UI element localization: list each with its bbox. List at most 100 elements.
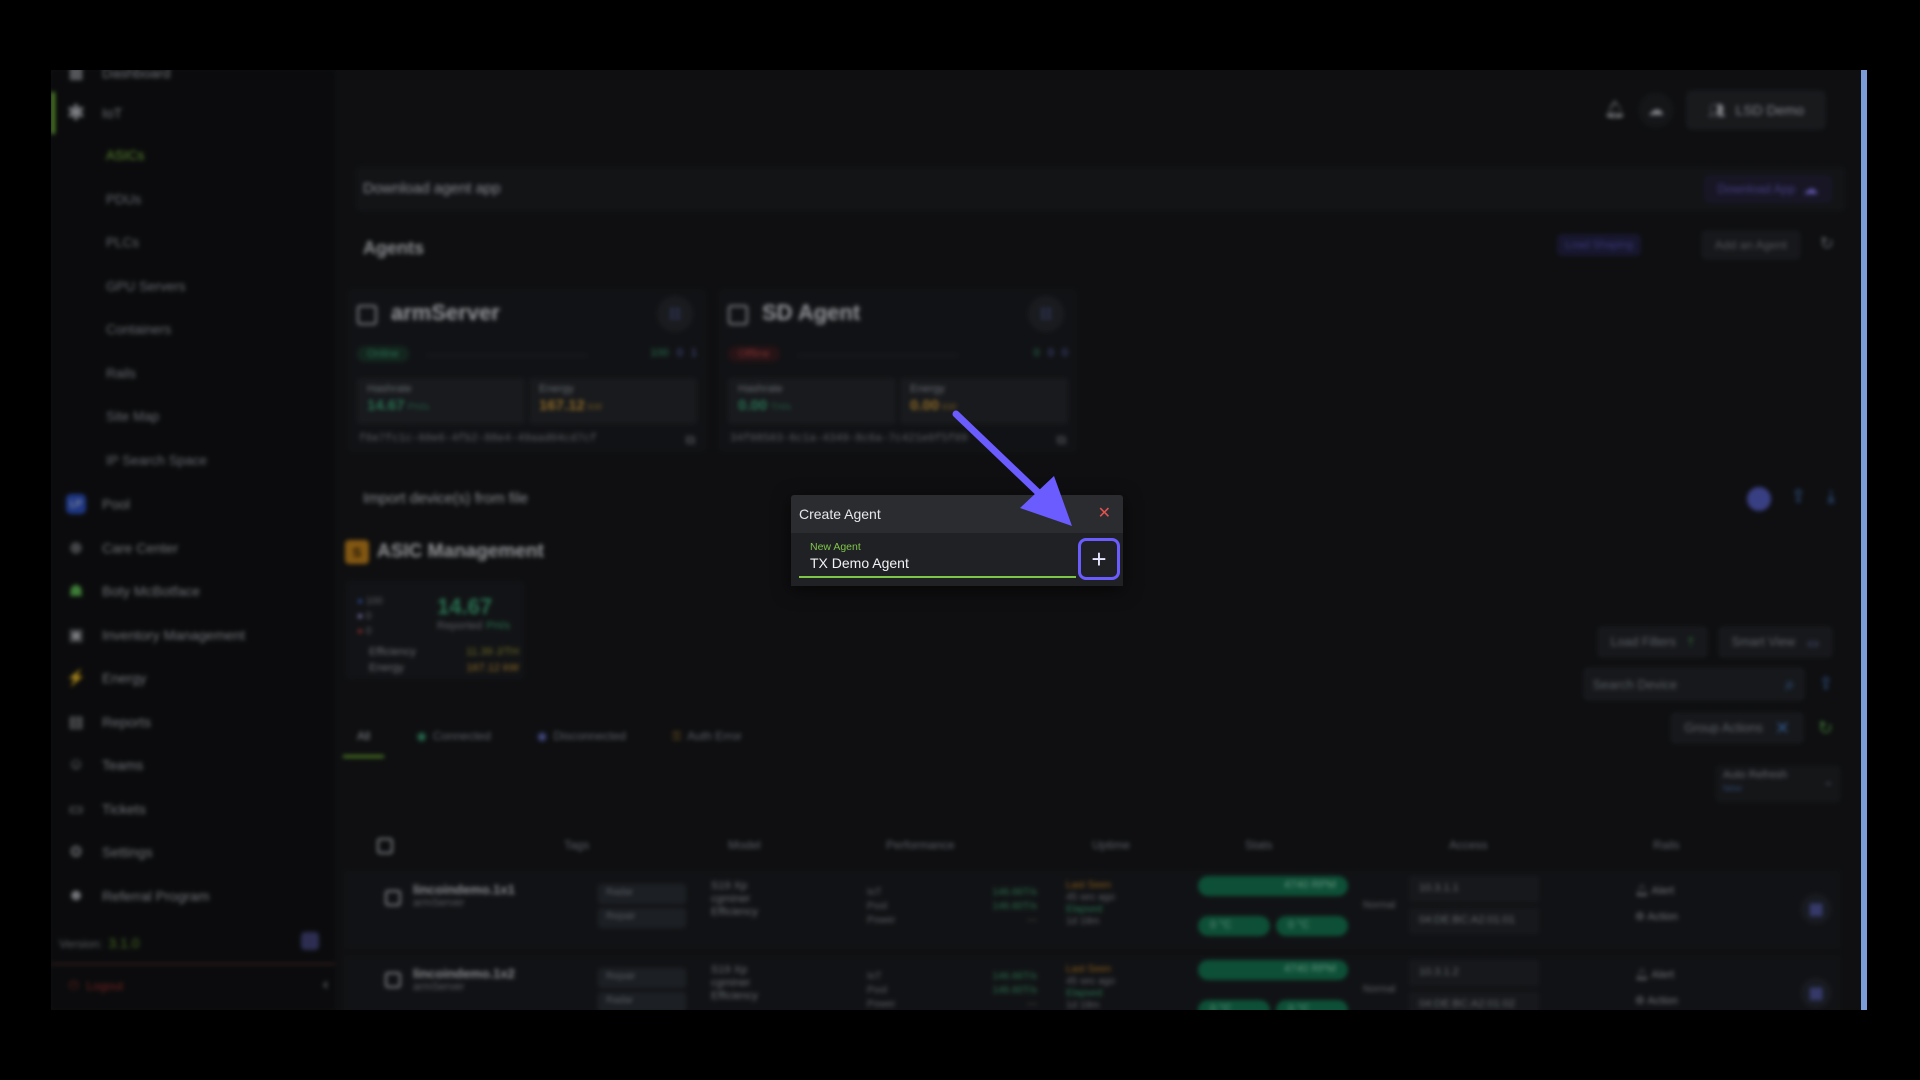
sidebar-item-referral[interactable]: ☻ Referral Program [66,881,210,911]
close-icon[interactable]: ✕ [1098,503,1111,523]
sidebar-item-settings[interactable]: ⚙ Settings [66,837,153,867]
bolt-icon: ⚡ [66,670,86,687]
version-button[interactable] [301,932,319,950]
agent-name-input[interactable] [810,554,1068,572]
cloud-icon[interactable]: ☁ [1637,92,1674,128]
agent-checkbox[interactable] [728,305,748,325]
ip-address-field[interactable]: 10.3.1.1 [1409,876,1539,902]
export-icon[interactable]: ⇪ [1819,674,1833,694]
agent-card[interactable]: SD Agent ☷ Offline 0 0 0 Hashrate 0.00 TH… [718,288,1078,453]
create-agent-button[interactable]: + [1078,538,1120,580]
auto-refresh-select[interactable]: Auto Refresh ⌄ false [1715,765,1841,803]
energy-label: Energy [910,383,945,395]
header-actions: 🔔︎ ☁ 👥︎ LSD Demo [1604,90,1826,130]
energy-unit: kW [587,402,603,413]
sidebar-sub-asics[interactable]: ASICs [106,148,144,163]
load-filters-button[interactable]: Load Filters ⤒ [1596,626,1708,658]
sidebar-sub-plcs[interactable]: PLCs [106,235,139,250]
sidebar-item-pool[interactable]: LP Pool [66,489,130,519]
add-agent-button[interactable]: Add an Agent [1700,230,1801,260]
report-icon: ▤ [68,714,84,731]
collapse-sidebar-icon[interactable]: ‹ [323,976,328,994]
sidebar-item-tickets[interactable]: ▭ Tickets [66,794,145,824]
logout-button[interactable]: ⏻ Logout [69,978,123,993]
sidebar-item-teams[interactable]: ☺ Teams [66,750,143,780]
column-header-rails: Rails [1653,838,1680,852]
device-name[interactable]: lincoindemo.1x1 [413,882,515,897]
group-actions-button[interactable]: Group Actions ✕ [1670,712,1804,744]
input-underline [799,576,1076,578]
sidebar-sub-containers[interactable]: Containers [106,322,171,337]
agent-id: f6e7fc1c-60e6-4fb2-88e4-49aad04cd7cf [359,433,597,445]
rail-alert[interactable]: 🔔︎ Alert [1635,884,1674,897]
disconnected-icon: ◉ [536,729,548,743]
tab-auth-error[interactable]: ⚿ Auth Error [658,714,756,758]
load-shaping-button[interactable]: Load Shaping [1557,234,1641,256]
status-divider [798,355,958,356]
rail-action[interactable]: ⚙ Action [1635,910,1678,923]
select-all-checkbox[interactable] [377,838,393,854]
row-menu-icon[interactable]: ▦ [1801,978,1831,1008]
sidebar-item-energy[interactable]: ⚡ Energy [66,663,146,693]
row-menu-icon[interactable]: ▦ [1801,894,1831,924]
ip-address-field[interactable]: 10.3.1.2 [1409,960,1539,986]
bot-icon: ☗ [68,583,84,600]
row-checkbox[interactable] [385,890,401,906]
refresh-icon[interactable]: ↻ [1820,234,1834,254]
refresh-icon[interactable]: ↻ [1818,718,1833,739]
settings-icon[interactable]: ☷ [657,296,693,332]
column-header-performance: Performance [886,838,955,852]
connected-icon: ◉ [416,729,427,743]
energy-value: 0.00 [910,397,940,414]
column-header-stats: Stats [1245,838,1273,852]
link-count: 1 [690,347,697,359]
search-input[interactable]: Search Device ⌕ [1582,667,1805,701]
rail-action[interactable]: ⚙ Action [1635,994,1678,1007]
agent-checkbox[interactable] [357,305,377,325]
sidebar-sub-ip-search-space[interactable]: IP Search Space [106,453,207,468]
help-icon[interactable] [1747,487,1771,511]
download-app-button[interactable]: Download App ☁ [1703,175,1832,203]
energy-metric: Energy 167.12 kW [529,378,697,424]
sidebar-item-care-center[interactable]: ⊕ Care Center [66,533,178,563]
tab-connected[interactable]: ◉ Connected [402,714,505,758]
sidebar-sub-rails[interactable]: Rails [106,366,136,381]
rail-alert[interactable]: 🔔︎ Alert [1635,968,1674,981]
rail-label: Alert [1651,969,1675,981]
smart-view-button[interactable]: Smart View ▭ [1717,626,1833,658]
hashrate-value: 0.00 [738,397,768,414]
export-icon[interactable]: ⇪ [1791,486,1806,507]
bell-icon[interactable]: 🔔︎ [1604,100,1626,120]
create-agent-dialog: Create Agent ✕ New Agent + [791,495,1123,586]
tab-all[interactable]: All [343,714,385,758]
sidebar-sub-gpu-servers[interactable]: GPU Servers [106,279,186,294]
tab-disconnected[interactable]: ◉ Disconnected [523,714,640,758]
sidebar-item-inventory[interactable]: ▣ Inventory Management [66,620,245,650]
sidebar-sub-site-map[interactable]: Site Map [106,409,159,424]
agent-name: armServer [391,300,500,325]
sidebar-sub-pdus[interactable]: PDUs [106,192,141,207]
download-agent-panel: Download agent app Download App ☁ [355,166,1846,212]
copy-icon[interactable]: ⧉ [686,432,695,448]
table-row[interactable]: lincoindemo.1x1 armServer Radar Repair S… [343,870,1841,950]
agent-card[interactable]: armServer ☷ Online 100 0 1 Hashrate 14.6… [347,288,707,453]
online-count: 100 [365,596,383,607]
sidebar-item-iot[interactable]: ✱ IoT [66,98,122,128]
row-checkbox[interactable] [385,972,401,988]
sidebar-item-dashboard[interactable]: ▦ Dashboard [66,70,170,88]
device-name[interactable]: lincoindemo.1x2 [413,966,515,981]
sidebar-item-label: Boty McBotface [102,583,201,599]
table-row[interactable]: lincoindemo.1x2 armServer Repair Radar S… [343,954,1841,1010]
device-counts: ● 100 ● 0 ● 0 [357,596,383,637]
referral-icon: ☻ [67,887,85,904]
settings-icon[interactable]: ☷ [1028,296,1064,332]
tag-badge: Radar [598,992,686,1010]
copy-icon[interactable]: ⧉ [1057,432,1066,448]
download-icon[interactable]: ⤓ [1827,486,1835,507]
column-header-uptime: Uptime [1092,838,1131,852]
user-menu-button[interactable]: 👥︎ LSD Demo [1685,90,1826,130]
sidebar-item-boty[interactable]: ☗ Boty McBotface [66,576,200,606]
sidebar-item-reports[interactable]: ▤ Reports [66,707,151,737]
smart-view-label: Smart View [1731,635,1796,649]
perf-label: IoT [867,971,882,982]
